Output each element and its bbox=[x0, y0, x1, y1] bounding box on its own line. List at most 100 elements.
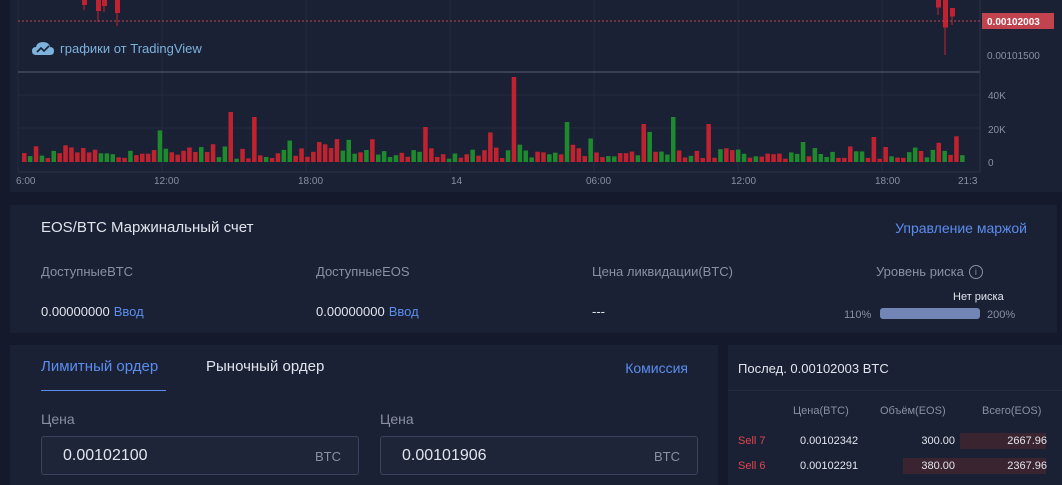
volume-bar bbox=[629, 151, 635, 162]
row-side: Sell 7 bbox=[738, 435, 766, 447]
volume-bar bbox=[924, 157, 930, 162]
time-tick: 14 bbox=[451, 176, 463, 187]
volume-bar bbox=[411, 150, 416, 162]
risk-level-bar bbox=[880, 308, 980, 319]
volume-bar bbox=[222, 146, 228, 162]
candle-body bbox=[82, 0, 87, 5]
volume-bar bbox=[458, 157, 464, 162]
volume-bar bbox=[140, 153, 145, 162]
volume-bar bbox=[393, 155, 399, 162]
volume-bar bbox=[246, 158, 251, 162]
active-tab-underline bbox=[41, 390, 166, 391]
volume-bar bbox=[470, 149, 475, 162]
volume-bar bbox=[340, 150, 346, 162]
volume-bar bbox=[51, 150, 56, 162]
order-form-panel: Лимитный ордер Рыночный ордер Комиссия Ц… bbox=[10, 345, 718, 485]
volume-bar bbox=[494, 147, 499, 162]
tab-market-order[interactable]: Рыночный ордер bbox=[206, 358, 324, 375]
volume-bar bbox=[435, 157, 440, 162]
commission-link[interactable]: Комиссия bbox=[625, 360, 688, 376]
buy-price-value[interactable]: 0.00102100 bbox=[63, 447, 148, 465]
candle-body bbox=[950, 8, 955, 17]
volume-bar bbox=[735, 149, 741, 162]
volume-bar bbox=[665, 154, 670, 162]
volume-bar bbox=[258, 155, 263, 162]
volume-bar bbox=[558, 154, 564, 162]
volume-bar bbox=[234, 158, 239, 162]
header-total: Всего(EOS) bbox=[982, 405, 1042, 417]
margin-account-title: EOS/BTC Маржинальный счет bbox=[41, 219, 254, 236]
volume-bar bbox=[954, 136, 959, 162]
buy-price-label: Цена bbox=[41, 411, 75, 427]
volume-bar bbox=[918, 151, 924, 162]
volume-bar bbox=[22, 153, 27, 162]
volume-bar bbox=[116, 157, 121, 162]
volume-bar bbox=[175, 154, 180, 162]
volume-bar bbox=[364, 150, 369, 162]
volume-bar bbox=[505, 150, 511, 162]
volume-bar bbox=[440, 154, 446, 162]
row-price: 0.00102342 bbox=[800, 435, 859, 447]
volume-bar bbox=[252, 117, 257, 162]
volume-bar bbox=[86, 152, 92, 162]
tab-limit-order[interactable]: Лимитный ордер bbox=[41, 358, 158, 375]
volume-bar bbox=[429, 148, 434, 162]
volume-bar bbox=[305, 156, 310, 162]
volume-bar bbox=[901, 157, 906, 162]
risk-level-label-group: Уровень риска i bbox=[876, 264, 983, 279]
volume-bar bbox=[730, 150, 735, 162]
volume-bar bbox=[210, 144, 216, 162]
volume-bar bbox=[287, 140, 292, 162]
volume-bar bbox=[582, 156, 587, 162]
volume-bar bbox=[741, 153, 747, 162]
order-book-row[interactable]: Sell 6 0.00102291 380.00 2367.96 bbox=[728, 458, 1062, 474]
manage-margin-link[interactable]: Управление маржой bbox=[895, 220, 1027, 236]
deposit-eos-link[interactable]: Ввод bbox=[389, 304, 419, 319]
volume-bar bbox=[134, 155, 139, 162]
volume-bar bbox=[541, 152, 546, 162]
volume-bar bbox=[718, 149, 723, 162]
volume-bar bbox=[352, 153, 357, 162]
candle-body bbox=[115, 0, 120, 13]
sell-price-input[interactable]: 0.00101906 BTC bbox=[380, 436, 698, 475]
volume-bar bbox=[617, 153, 623, 162]
liquidation-price-value: --- bbox=[592, 304, 605, 319]
volume-tick-0: 0 bbox=[988, 158, 994, 169]
volume-bar bbox=[511, 77, 517, 162]
volume-bar bbox=[417, 151, 422, 162]
last-price-label: 0.00102003 bbox=[987, 17, 1040, 28]
volume-bar bbox=[299, 148, 304, 162]
volume-bar bbox=[659, 151, 664, 162]
volume-bar bbox=[877, 158, 882, 162]
liquidation-price-label: Цена ликвидации(BTC) bbox=[592, 264, 734, 279]
volume-bar bbox=[476, 155, 481, 162]
volume-bar bbox=[122, 157, 127, 162]
volume-bar bbox=[27, 156, 33, 162]
volume-bar bbox=[676, 150, 682, 162]
deposit-btc-link[interactable]: Ввод bbox=[114, 304, 144, 319]
volume-bar bbox=[588, 138, 593, 162]
volume-bar bbox=[187, 147, 192, 162]
available-btc-label: ДоступныеBTC bbox=[41, 264, 134, 279]
volume-bar bbox=[334, 139, 340, 162]
volume-bar bbox=[553, 152, 558, 162]
time-tick: 12:00 bbox=[154, 176, 179, 187]
volume-bar bbox=[57, 153, 62, 162]
volume-bar bbox=[293, 155, 298, 162]
order-book-row[interactable]: Sell 7 0.00102342 300.00 2667.96 bbox=[728, 433, 1062, 449]
sell-price-unit: BTC bbox=[654, 449, 680, 464]
volume-bar bbox=[671, 117, 676, 162]
time-axis: 6:00 12:00 18:00 14 06:00 12:00 18:00 21… bbox=[16, 176, 978, 187]
buy-price-input[interactable]: 0.00102100 BTC bbox=[41, 436, 359, 475]
volume-bar bbox=[157, 130, 163, 162]
volume-bar bbox=[794, 153, 800, 162]
volume-bar bbox=[228, 112, 233, 162]
tradingview-watermark[interactable]: графики от TradingView bbox=[32, 41, 202, 56]
volume-bar bbox=[387, 157, 393, 162]
volume-bar bbox=[936, 142, 941, 162]
info-icon[interactable]: i bbox=[968, 265, 983, 279]
volume-bar bbox=[128, 150, 133, 162]
trading-chart[interactable]: 0.00102003 0.00101500 40K 20K 0 6:00 12:… bbox=[10, 0, 1062, 192]
sell-price-value[interactable]: 0.00101906 bbox=[402, 447, 487, 465]
chart-canvas[interactable]: 0.00102003 0.00101500 40K 20K 0 6:00 12:… bbox=[10, 0, 1062, 192]
